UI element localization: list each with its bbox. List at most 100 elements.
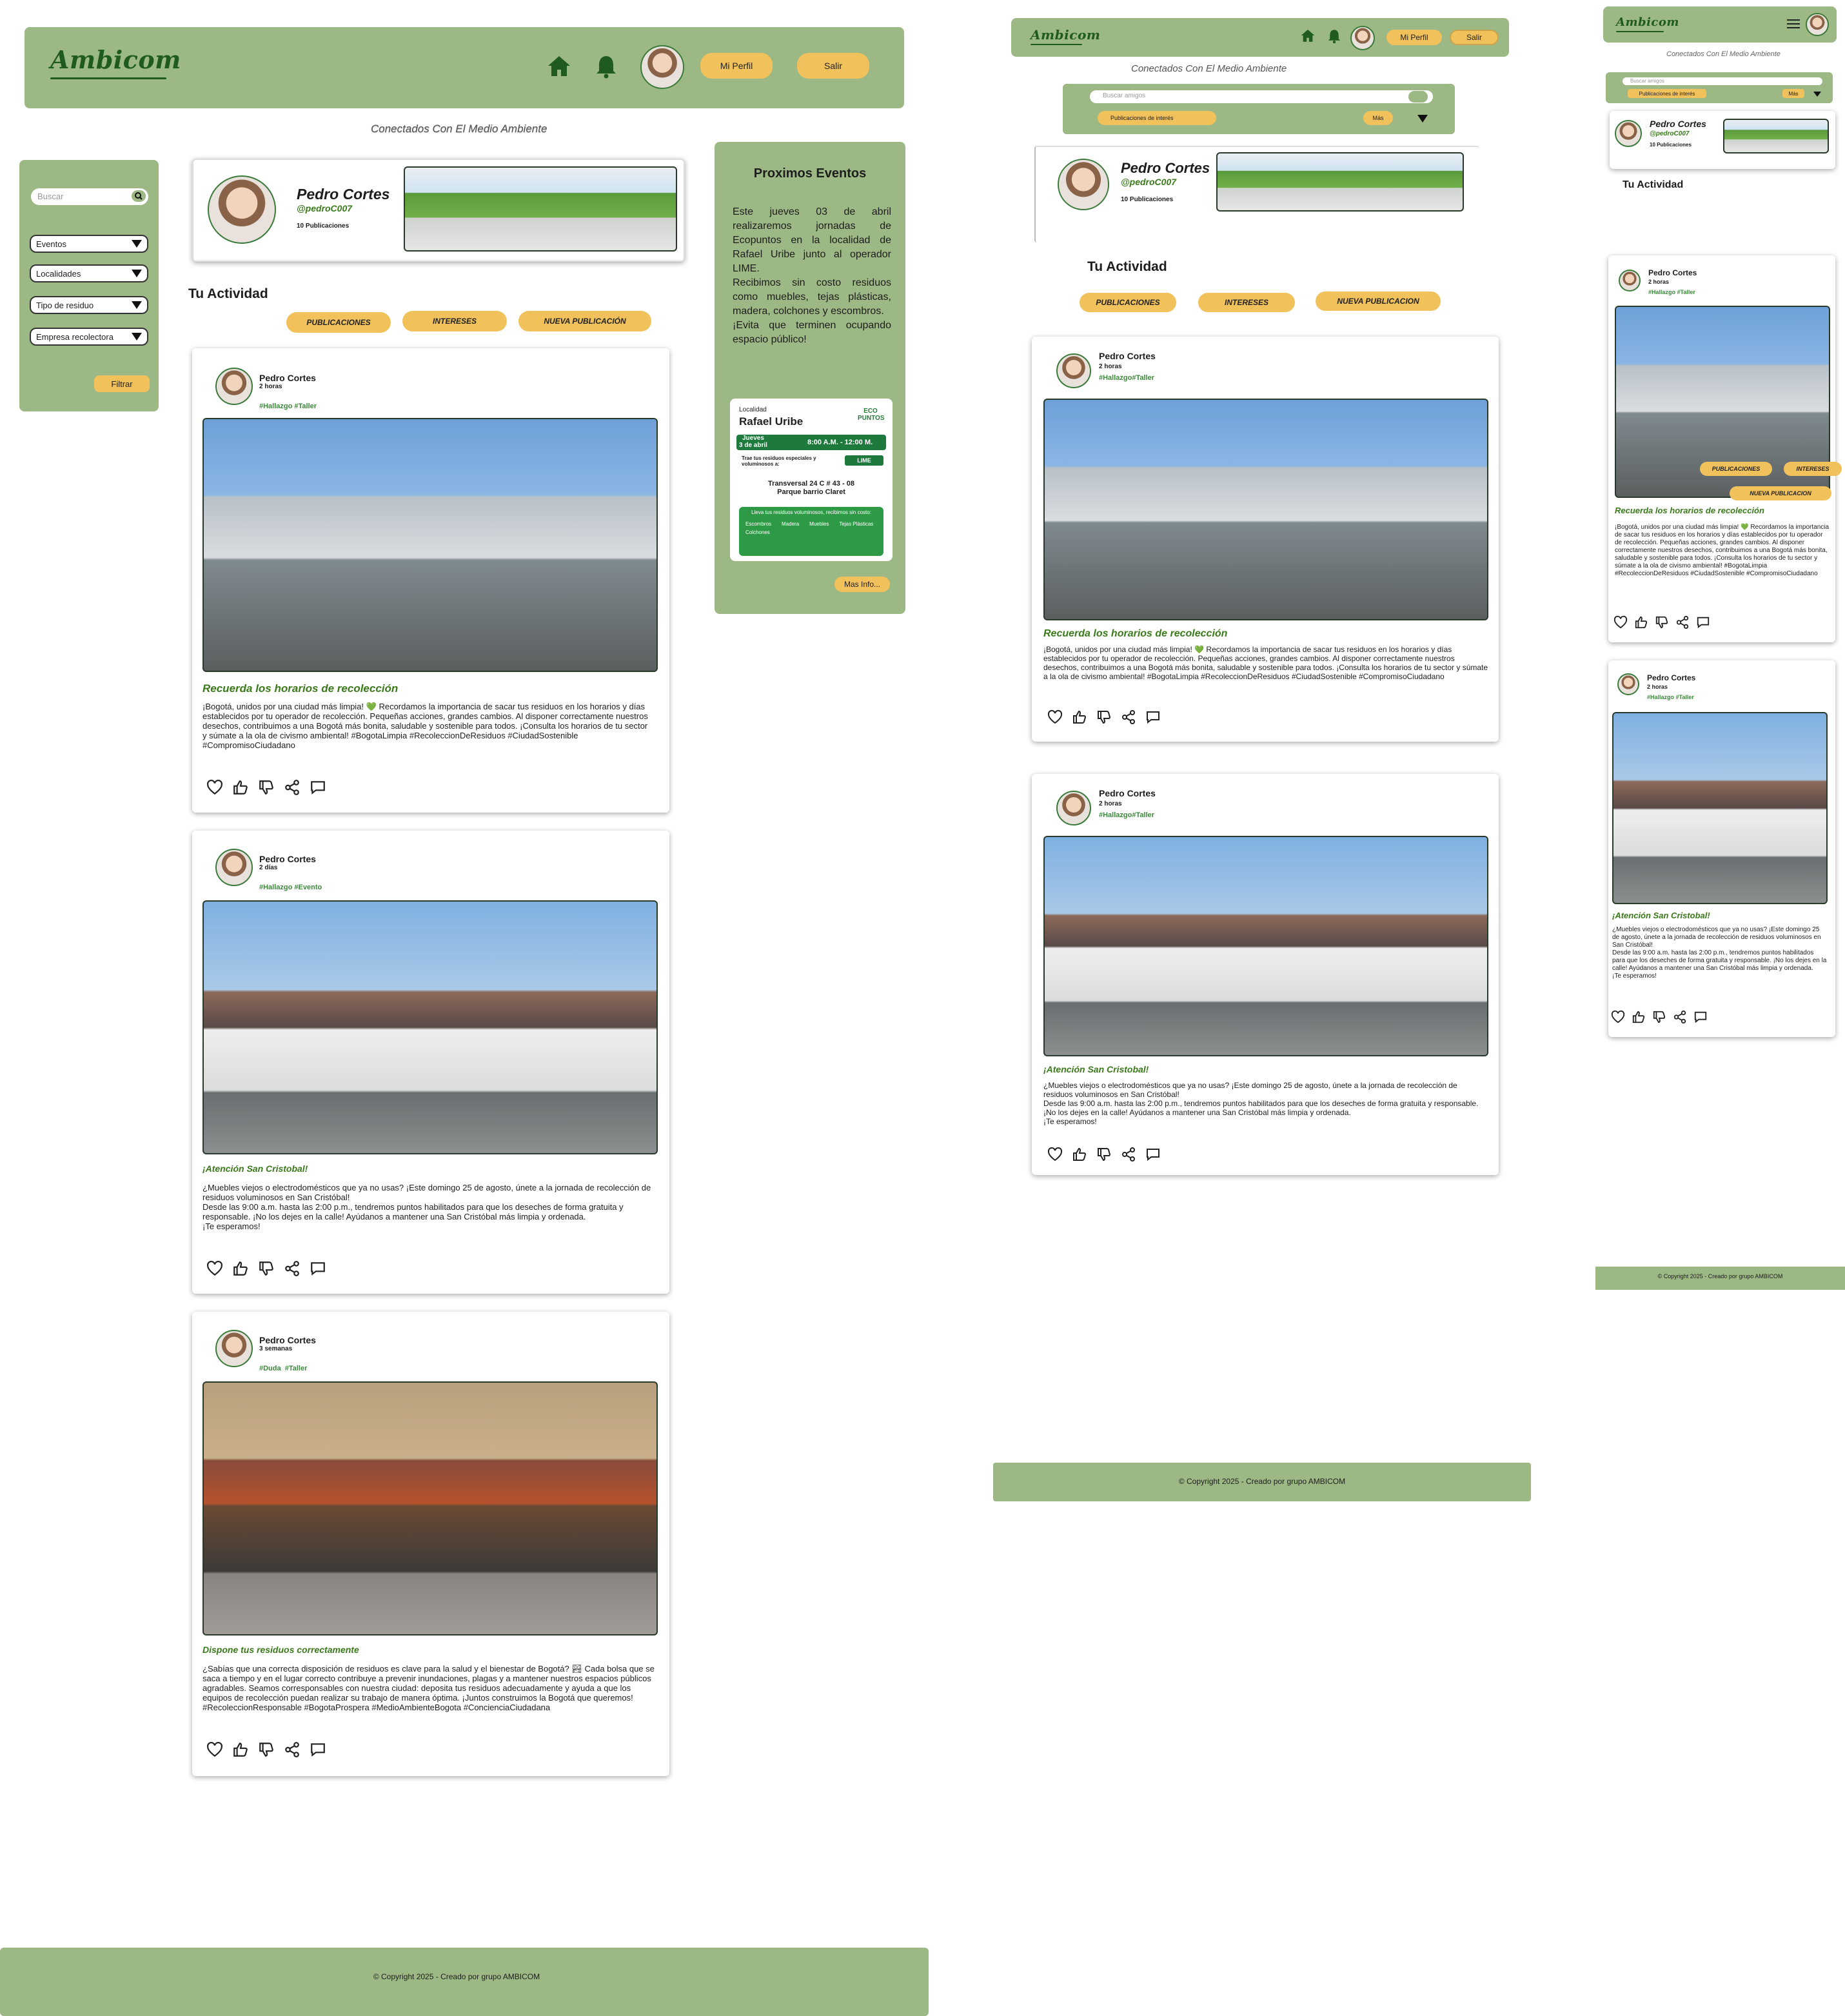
event-flyer[interactable]: Localidad Rafael Uribe ECO PUNTOS Jueves… bbox=[730, 399, 893, 561]
thumbs-up-icon[interactable] bbox=[1634, 615, 1648, 629]
heart-icon[interactable] bbox=[1047, 709, 1063, 725]
tablet-more-arrow-icon[interactable] bbox=[1417, 115, 1428, 123]
tablet-tab-publicaciones[interactable]: PUBLICACIONES bbox=[1080, 293, 1176, 312]
mobile-tab-intereses[interactable]: INTERESES bbox=[1784, 462, 1842, 476]
thumbs-down-icon[interactable] bbox=[1096, 709, 1112, 725]
sidebar-search-input[interactable]: Buscar bbox=[31, 188, 148, 205]
my-profile-button[interactable]: Mi Perfil bbox=[700, 53, 773, 79]
tablet-my-profile-button[interactable]: Mi Perfil bbox=[1386, 30, 1442, 45]
share-icon[interactable] bbox=[1675, 615, 1690, 629]
mobile-more-arrow-icon[interactable] bbox=[1813, 92, 1821, 97]
mobile-tab-publicaciones[interactable]: PUBLICACIONES bbox=[1700, 462, 1772, 476]
thumbs-up-icon[interactable] bbox=[1072, 1147, 1087, 1162]
thumbs-down-icon[interactable] bbox=[1096, 1147, 1112, 1162]
heart-icon[interactable] bbox=[206, 779, 223, 796]
mobile-menu-icon[interactable] bbox=[1786, 18, 1801, 33]
heart-icon[interactable] bbox=[206, 1260, 223, 1277]
thumbs-down-icon[interactable] bbox=[258, 779, 275, 796]
mobile-header-avatar[interactable] bbox=[1806, 13, 1829, 36]
share-icon[interactable] bbox=[284, 1260, 301, 1277]
thumbs-up-icon[interactable] bbox=[1072, 709, 1087, 725]
post-avatar[interactable] bbox=[1056, 353, 1091, 388]
tablet-more-select[interactable]: Más bbox=[1363, 111, 1393, 125]
share-icon[interactable] bbox=[1121, 709, 1136, 725]
search-icon[interactable] bbox=[1408, 91, 1428, 103]
filter-button[interactable]: Filtrar bbox=[94, 375, 150, 392]
post-avatar[interactable] bbox=[215, 368, 253, 405]
thumbs-up-icon[interactable] bbox=[1632, 1010, 1646, 1024]
post-tags[interactable]: #Hallazgo #Evento bbox=[259, 884, 322, 891]
post-avatar[interactable] bbox=[1619, 270, 1641, 292]
thumbs-down-icon[interactable] bbox=[258, 1741, 275, 1758]
tablet-interests-select[interactable]: Publicaciones de interés bbox=[1098, 111, 1216, 125]
thumbs-down-icon[interactable] bbox=[1655, 615, 1669, 629]
comment-icon[interactable] bbox=[1145, 709, 1161, 725]
share-icon[interactable] bbox=[284, 1741, 301, 1758]
share-icon[interactable] bbox=[1121, 1147, 1136, 1162]
tagline: Conectados Con El Medio Ambiente bbox=[371, 123, 548, 135]
post-image bbox=[202, 1381, 658, 1636]
heart-icon[interactable] bbox=[1047, 1147, 1063, 1162]
mobile-logo[interactable]: Ambicom bbox=[1616, 15, 1679, 32]
post-avatar[interactable] bbox=[1617, 673, 1639, 695]
post-tags[interactable]: #Duda #Taller bbox=[259, 1365, 307, 1372]
tab-intereses[interactable]: INTERESES bbox=[402, 311, 507, 331]
heart-icon[interactable] bbox=[1613, 615, 1628, 629]
post-avatar[interactable] bbox=[1056, 791, 1091, 825]
share-icon[interactable] bbox=[1673, 1010, 1687, 1024]
tab-nueva-publicacion[interactable]: NUEVA PUBLICACIÓN bbox=[518, 311, 651, 331]
tablet-logout-button[interactable]: Salir bbox=[1450, 30, 1499, 45]
tablet-bell-icon[interactable] bbox=[1327, 28, 1341, 47]
thumbs-up-icon[interactable] bbox=[232, 1260, 249, 1277]
post-tags[interactable]: #Hallazgo#Taller bbox=[1099, 374, 1154, 382]
tablet-header-avatar[interactable] bbox=[1350, 26, 1375, 50]
post-tags[interactable]: #Hallazgo #Taller bbox=[1647, 694, 1694, 700]
comment-icon[interactable] bbox=[310, 1741, 326, 1758]
thumbs-up-icon[interactable] bbox=[232, 779, 249, 796]
mobile-search-input[interactable]: Buscar amigos bbox=[1623, 77, 1822, 85]
mobile-tagline: Conectados Con El Medio Ambiente bbox=[1666, 50, 1781, 58]
filter-empresa[interactable]: Empresa recolectora bbox=[30, 328, 148, 346]
bell-icon[interactable] bbox=[595, 54, 618, 82]
heart-icon[interactable] bbox=[206, 1741, 223, 1758]
post-tags[interactable]: #Hallazgo#Taller bbox=[1099, 811, 1154, 819]
post-tags[interactable]: #Hallazgo #Taller bbox=[1648, 289, 1695, 295]
profile-avatar[interactable] bbox=[208, 175, 276, 244]
post-tags[interactable]: #Hallazgo #Taller bbox=[259, 402, 317, 410]
mobile-interests-select[interactable]: Publicaciones de interés bbox=[1628, 89, 1706, 98]
filter-eventos[interactable]: Eventos bbox=[30, 235, 148, 253]
header-avatar[interactable] bbox=[640, 45, 684, 89]
tab-publicaciones[interactable]: PUBLICACIONES bbox=[286, 312, 391, 333]
mobile-more-select[interactable]: Más bbox=[1782, 89, 1804, 98]
tablet-tab-intereses[interactable]: INTERESES bbox=[1198, 293, 1295, 312]
logo[interactable]: Ambicom bbox=[50, 45, 181, 79]
thumbs-down-icon[interactable] bbox=[258, 1260, 275, 1277]
filter-localidades[interactable]: Localidades bbox=[30, 264, 148, 282]
comment-icon[interactable] bbox=[1145, 1147, 1161, 1162]
logout-button[interactable]: Salir bbox=[797, 53, 869, 79]
tablet-tab-nueva-publicacion[interactable]: NUEVA PUBLICACION bbox=[1316, 292, 1441, 311]
mobile-tab-nueva-publicacion[interactable]: NUEVA PUBLICACION bbox=[1730, 486, 1831, 500]
search-icon[interactable] bbox=[132, 190, 146, 202]
filter-tipo-residuo[interactable]: Tipo de residuo bbox=[30, 296, 148, 314]
post-avatar[interactable] bbox=[215, 1330, 253, 1367]
thumbs-down-icon[interactable] bbox=[1652, 1010, 1666, 1024]
post-author: Pedro Cortes bbox=[259, 1335, 316, 1345]
tablet-logo[interactable]: Ambicom bbox=[1031, 27, 1100, 45]
tablet-home-icon[interactable] bbox=[1300, 28, 1316, 46]
home-icon[interactable] bbox=[547, 54, 571, 81]
tablet-search-input[interactable]: Buscar amigos bbox=[1090, 90, 1433, 103]
post-title: Recuerda los horarios de recolección bbox=[1043, 628, 1228, 639]
comment-icon[interactable] bbox=[310, 1260, 326, 1277]
more-info-button[interactable]: Mas Info... bbox=[834, 577, 890, 592]
post-image bbox=[202, 418, 658, 672]
mobile-profile-avatar[interactable] bbox=[1615, 120, 1642, 147]
post-avatar[interactable] bbox=[215, 849, 253, 886]
share-icon[interactable] bbox=[284, 779, 301, 796]
heart-icon[interactable] bbox=[1611, 1010, 1625, 1024]
tablet-profile-avatar[interactable] bbox=[1058, 159, 1109, 210]
thumbs-up-icon[interactable] bbox=[232, 1741, 249, 1758]
comment-icon[interactable] bbox=[310, 779, 326, 796]
comment-icon[interactable] bbox=[1696, 615, 1710, 629]
comment-icon[interactable] bbox=[1693, 1010, 1708, 1024]
